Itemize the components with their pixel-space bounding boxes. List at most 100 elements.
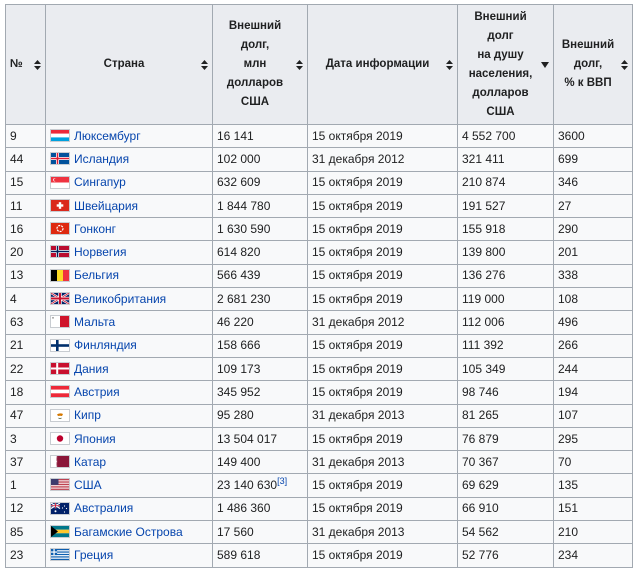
debt-value: 158 666 [217, 338, 261, 353]
cell-debt: 614 820 [212, 240, 308, 265]
cell-per-capita: 105 349 [457, 356, 554, 382]
cell-date: 15 октября 2019 [307, 473, 458, 498]
cell-debt: 95 280 [212, 403, 308, 428]
cell-gdp: 3600 [553, 123, 633, 149]
cell-date: 15 октября 2019 [307, 333, 458, 358]
cell-num: 47 [5, 403, 46, 428]
cyprus-flag-icon [50, 408, 70, 422]
cell-gdp: 234 [553, 543, 633, 568]
country-link[interactable]: Австрия [74, 385, 120, 399]
cell-gdp: 70 [553, 450, 633, 475]
table-row: 3 Япония 13 504 017 15 октября 2019 76 879 29… [5, 426, 633, 452]
sort-both-icon[interactable] [296, 59, 303, 70]
country-link[interactable]: Катар [74, 455, 106, 469]
cell-per-capita: 210 874 [457, 170, 554, 195]
cell-date: 15 октября 2019 [307, 426, 458, 452]
singapore-flag-icon [50, 175, 70, 189]
country-link[interactable]: Норвегия [74, 245, 127, 259]
cell-debt: 1 630 590 [212, 217, 308, 242]
country-link[interactable]: Греция [74, 548, 113, 562]
country-link[interactable]: Австралия [74, 501, 133, 515]
cell-debt: 158 666 [212, 333, 308, 358]
country-link[interactable]: Финляндия [74, 338, 137, 352]
country-link[interactable]: Великобритания [74, 292, 166, 306]
table-row: 16 Гонконг 1 630 590 15 октября 2019 155 918… [5, 217, 633, 242]
cell-date: 15 октября 2019 [307, 170, 458, 195]
header-date[interactable]: Дата информации [307, 4, 458, 125]
table-row: 37 Катар 149 400 31 декабря 2013 70 367 70 [5, 450, 633, 475]
cell-num: 3 [5, 426, 46, 452]
malta-flag-icon [50, 315, 70, 329]
table-row: 13 Бельгия 566 439 15 октября 2019 136 276 33… [5, 263, 633, 289]
table-row: 1 США 23 140 630[3] 15 октября 2019 69 629 13… [5, 473, 633, 498]
country-link[interactable]: Бельгия [74, 268, 119, 282]
country-link[interactable]: Мальта [74, 315, 115, 329]
cell-num: 85 [5, 520, 46, 545]
cell-per-capita: 98 746 [457, 380, 554, 405]
header-debt[interactable]: Внешний долг, млн долларов США [212, 4, 308, 125]
table-row: 18 Австрия 345 952 15 октября 2019 98 746 194 [5, 380, 633, 405]
cell-per-capita: 155 918 [457, 217, 554, 242]
cell-num: 21 [5, 333, 46, 358]
country-link[interactable]: Дания [74, 362, 109, 376]
country-link[interactable]: Люксембург [74, 129, 141, 143]
cell-gdp: 244 [553, 356, 633, 382]
cell-num: 15 [5, 170, 46, 195]
cell-country: Норвегия [45, 240, 213, 265]
cell-debt: 1 486 360 [212, 496, 308, 522]
debt-value: 102 000 [217, 151, 261, 166]
header-gdp[interactable]: Внешний долг, % к ВВП [553, 4, 633, 125]
country-link[interactable]: Багамские Острова [74, 525, 183, 539]
table-row: 44 Исландия 102 000 31 декабря 2012 321 411 6… [5, 147, 633, 172]
debt-value: 109 173 [217, 361, 261, 376]
header-debt-line: млн [243, 58, 267, 70]
cell-num: 16 [5, 217, 46, 242]
cell-per-capita: 112 006 [457, 310, 554, 335]
sort-both-icon[interactable] [201, 59, 208, 70]
cell-num: 4 [5, 287, 46, 312]
finland-flag-icon [50, 338, 70, 352]
reference-link[interactable]: [3] [277, 476, 287, 486]
debt-value: 2 681 230 [217, 291, 271, 306]
cell-country: Люксембург [45, 123, 213, 149]
cell-debt: 102 000 [212, 147, 308, 172]
sort-both-icon[interactable] [34, 59, 41, 70]
table-row: 20 Норвегия 614 820 15 октября 2019 139 800 2… [5, 240, 633, 265]
sort-descending-icon[interactable] [541, 61, 549, 68]
cell-num: 18 [5, 380, 46, 405]
cell-date: 15 октября 2019 [307, 263, 458, 289]
cell-country: Греция [45, 543, 213, 568]
country-link[interactable]: Исландия [74, 152, 129, 166]
header-row: № Страна Внешний долг, млн долларов США … [5, 4, 633, 125]
country-link[interactable]: Гонконг [74, 222, 116, 236]
country-link[interactable]: Швейцария [74, 199, 138, 213]
cell-per-capita: 4 552 700 [457, 123, 554, 149]
cell-per-capita: 136 276 [457, 263, 554, 289]
cell-debt: 17 560 [212, 520, 308, 545]
country-link[interactable]: США [74, 478, 102, 492]
cell-num: 9 [5, 123, 46, 149]
cell-gdp: 496 [553, 310, 633, 335]
belgium-flag-icon [50, 268, 70, 282]
luxembourg-flag-icon [50, 128, 70, 142]
cell-gdp: 699 [553, 147, 633, 172]
sort-both-icon[interactable] [621, 59, 628, 70]
country-link[interactable]: Кипр [74, 408, 101, 422]
debt-value: 16 141 [217, 128, 254, 143]
header-per-capita[interactable]: Внешний долг на душу населения, долларов… [457, 4, 554, 125]
cell-country: Великобритания [45, 287, 213, 312]
header-per-capita-line: США [486, 105, 515, 118]
cell-country: Катар [45, 450, 213, 475]
country-link[interactable]: Япония [74, 432, 116, 446]
header-country[interactable]: Страна [45, 4, 213, 125]
debt-value: 23 140 630 [217, 478, 278, 493]
debt-value: 13 504 017 [217, 431, 278, 446]
header-num[interactable]: № [5, 4, 46, 125]
cell-country: Багамские Острова [45, 520, 213, 545]
header-gdp-line: Внешний [561, 39, 615, 51]
table-row: 23 Греция 589 618 15 октября 2019 52 776 234 [5, 543, 633, 568]
sort-both-icon[interactable] [446, 59, 453, 70]
cell-country: Сингапур [45, 170, 213, 195]
country-link[interactable]: Сингапур [74, 175, 126, 189]
cell-gdp: 338 [553, 263, 633, 289]
